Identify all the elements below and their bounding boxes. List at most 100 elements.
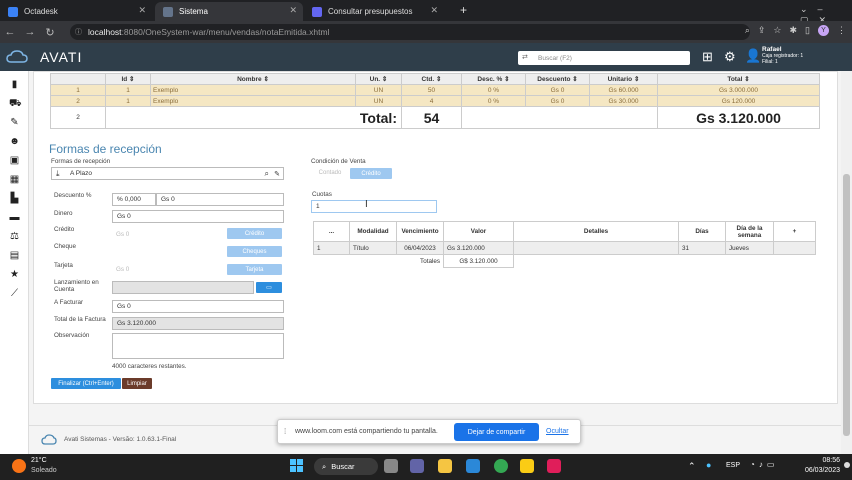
clear-button[interactable]: Limpiar xyxy=(122,378,152,389)
zoom-icon[interactable]: ⌕ xyxy=(745,25,750,36)
reload-icon[interactable]: ↻ xyxy=(40,26,60,39)
credit-value: Gs 0 xyxy=(116,231,130,238)
teams-icon[interactable] xyxy=(410,459,424,473)
tab-octadesk[interactable]: Octadesk ✕ xyxy=(0,2,152,21)
sidebar-icon[interactable]: ▯ xyxy=(805,25,810,36)
notification-icon[interactable] xyxy=(844,462,850,468)
info-icon: ⓘ xyxy=(75,29,82,36)
back-icon[interactable]: ← xyxy=(0,26,20,38)
app-header: AVATI ⇄ Buscar (F2) ⊞ ⚙ 👤 Rafael Caja re… xyxy=(0,43,852,71)
forms-select[interactable]: ⤓ A Plazo ⌕ ✎ xyxy=(51,167,284,180)
credit-button[interactable]: Crédito xyxy=(227,228,282,239)
task-view-icon[interactable] xyxy=(384,459,398,473)
stop-sharing-button[interactable]: Dejar de compartir xyxy=(454,423,539,441)
money-input[interactable]: Gs 0 xyxy=(112,210,284,223)
installments-input[interactable]: 1 xyxy=(311,200,437,213)
drag-handle-icon[interactable]: ⁞ xyxy=(284,427,286,436)
add-payment-button[interactable]: + xyxy=(773,221,816,242)
chrome-icon[interactable] xyxy=(494,459,508,473)
items-table: Id ⇕ Nombre ⇕ Un. ⇕ Ctd. ⇕ Desc. % ⇕ Des… xyxy=(50,73,820,129)
system-tray-icons[interactable]: ◔♪▭ xyxy=(750,460,778,469)
wrench-icon[interactable]: ✎ xyxy=(9,117,20,128)
finish-button[interactable]: Finalizar (Ctrl+Enter) xyxy=(51,378,121,389)
col-total[interactable]: Total ⇕ xyxy=(657,73,820,85)
col-ctd[interactable]: Ctd. ⇕ xyxy=(401,73,462,85)
presupuestos-favicon-icon xyxy=(312,6,322,17)
edit-icon[interactable]: ✎ xyxy=(274,170,280,178)
search-icon: ⇄ xyxy=(522,54,528,61)
boxes-icon[interactable]: ▦ xyxy=(9,174,20,185)
browser-extensions: ⌕ ⇪ ☆ ✱ ▯ Y ⋮ xyxy=(745,25,846,36)
chart-icon[interactable]: ⟋ xyxy=(9,288,20,299)
users-icon[interactable]: ☻ xyxy=(9,136,20,147)
table-row[interactable]: 1 1 Exemplo UN 50 0 % Gs 0 Gs 60.000 Gs … xyxy=(50,84,820,96)
money-icon[interactable]: ▣ xyxy=(9,155,20,166)
search-icon: ⌕ xyxy=(322,461,327,471)
search-input[interactable]: ⇄ Buscar (F2) xyxy=(518,51,690,65)
invoice-panel: Id ⇕ Nombre ⇕ Un. ⇕ Ctd. ⇕ Desc. % ⇕ Des… xyxy=(33,71,838,404)
table-row[interactable]: 1 Título 06/04/2023 Gs 3.120.000 31 Juev… xyxy=(313,241,816,255)
col-unitario[interactable]: Unitario ⇕ xyxy=(589,73,658,85)
account-input[interactable] xyxy=(112,281,254,294)
sistema-favicon-icon xyxy=(163,6,173,17)
note-textarea[interactable] xyxy=(112,333,284,359)
hide-link[interactable]: Ocultar xyxy=(546,428,569,435)
card-button[interactable]: Tarjeta xyxy=(227,264,282,275)
slack-icon[interactable] xyxy=(547,459,561,473)
forward-icon[interactable]: → xyxy=(20,26,40,38)
search-icon[interactable]: ⌕ xyxy=(265,169,269,179)
col-descuento[interactable]: Descuento ⇕ xyxy=(525,73,590,85)
taskbar-search[interactable]: ⌕ Buscar xyxy=(314,458,378,475)
scale-icon[interactable]: ⚖ xyxy=(9,231,20,242)
cart-icon[interactable]: ⛟ xyxy=(9,98,22,109)
weather-sun-icon xyxy=(12,459,26,473)
user-icon[interactable]: 👤 xyxy=(745,48,761,64)
tab-sistema[interactable]: Sistema ✕ xyxy=(155,2,303,21)
taskbar: 21°C Soleado ⌕ Buscar ⌃ ● ESP ◔♪▭ 08:56 0… xyxy=(0,454,852,480)
close-tab-icon[interactable]: ✕ xyxy=(138,5,146,16)
file-icon[interactable]: ▤ xyxy=(9,250,20,261)
close-tab-icon[interactable]: ✕ xyxy=(289,5,297,16)
star-icon[interactable]: ☆ xyxy=(773,25,781,36)
table-row[interactable]: 2 1 Exemplo UN 4 0 % Gs 0 Gs 30.000 Gs 1… xyxy=(50,95,820,107)
factory-icon[interactable]: ▙ xyxy=(9,193,20,204)
file-explorer-icon[interactable] xyxy=(438,459,452,473)
tab-presupuestos[interactable]: Consultar presupuestos ✕ xyxy=(304,2,444,21)
screen-share-bar: ⁞ www.loom.com está compartiendo tu pant… xyxy=(277,419,581,444)
extension-icon[interactable]: ✱ xyxy=(790,25,798,36)
checks-button[interactable]: Cheques xyxy=(227,246,282,257)
menu-icon[interactable]: ⋮ xyxy=(837,25,846,36)
col-un[interactable]: Un. ⇕ xyxy=(355,73,402,85)
col-desc-pct[interactable]: Desc. % ⇕ xyxy=(461,73,526,85)
col-nombre[interactable]: Nombre ⇕ xyxy=(150,73,356,85)
sidebar: ▮ ⛟ ✎ ☻ ▣ ▦ ▙ ▬ ⚖ ▤ ★ ⟋ xyxy=(0,71,29,454)
new-tab-icon[interactable]: + xyxy=(460,3,467,17)
star-icon[interactable]: ★ xyxy=(9,269,20,280)
option-credit[interactable]: Crédito xyxy=(350,168,392,179)
discount-amount-input[interactable]: Gs 0 xyxy=(156,193,284,206)
gear-icon[interactable]: ⚙ xyxy=(724,49,736,65)
cloud-logo-icon xyxy=(41,434,57,445)
windows-start-icon[interactable] xyxy=(290,459,303,472)
book-icon[interactable]: ▮ xyxy=(9,79,20,90)
truck-icon[interactable]: ▬ xyxy=(9,212,20,223)
close-tab-icon[interactable]: ✕ xyxy=(430,5,438,16)
col-id[interactable]: Id ⇕ xyxy=(105,73,151,85)
scrollbar-thumb[interactable] xyxy=(843,174,850,436)
address-bar[interactable]: ⓘ localhost:8080/OneSystem-war/menu/vend… xyxy=(70,24,750,40)
profile-avatar[interactable]: Y xyxy=(818,25,829,36)
reception-title: Formas de recepción xyxy=(49,142,162,156)
notes-icon[interactable] xyxy=(520,459,534,473)
chevron-up-icon[interactable]: ⌃ xyxy=(688,461,696,472)
card-icon: ▭ xyxy=(266,285,272,291)
store-icon[interactable] xyxy=(466,459,480,473)
page-scrollbar[interactable] xyxy=(841,71,852,454)
share-icon[interactable]: ⇪ xyxy=(758,25,766,36)
invoice-input[interactable]: Gs 0 xyxy=(112,300,284,313)
option-cash[interactable]: Contado xyxy=(311,168,349,179)
discount-pct-input[interactable]: % 0,000 xyxy=(112,193,156,206)
octadesk-favicon-icon xyxy=(8,6,18,17)
microphone-icon[interactable]: ● xyxy=(706,460,711,470)
account-button[interactable]: ▭ xyxy=(256,282,282,293)
grid-icon[interactable]: ⊞ xyxy=(702,49,713,65)
